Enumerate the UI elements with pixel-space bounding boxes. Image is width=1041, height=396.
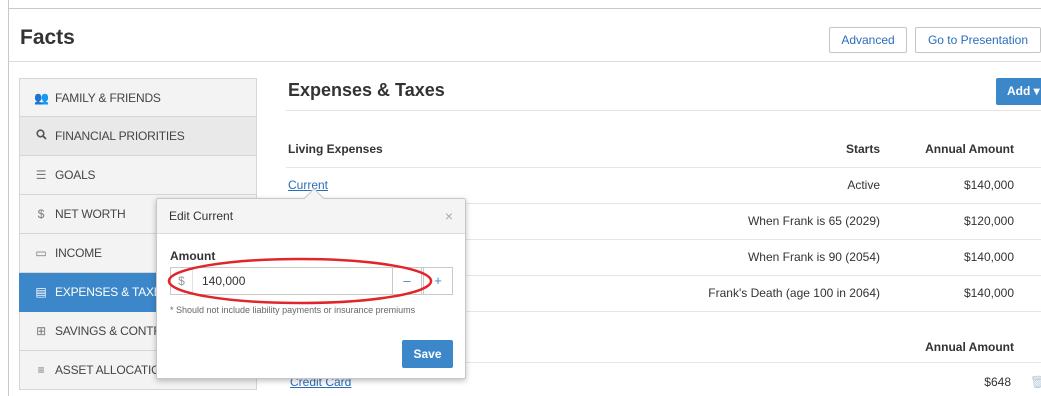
page-title: Facts: [20, 26, 75, 49]
sidebar-item-label: GOALS: [55, 168, 96, 182]
section-title: Expenses & Taxes: [288, 80, 445, 100]
section-divider: [286, 110, 1041, 111]
table-header-row: Living Expenses Starts Annual Amount: [286, 132, 1041, 168]
column-header-name: Living Expenses: [288, 142, 383, 156]
add-dropdown-button[interactable]: Add ▾: [996, 78, 1041, 105]
search-icon: [34, 129, 48, 143]
sidebar-item-label: ASSET ALLOCATION: [55, 363, 169, 377]
sidebar-item-label: NET WORTH: [55, 207, 126, 221]
sidebar-item-financial-priorities[interactable]: FINANCIAL PRIORITIES: [19, 117, 257, 156]
row-amount: $120,000: [963, 214, 1014, 228]
row-amount: $648: [984, 375, 1011, 389]
expenses-icon: ▤: [35, 285, 47, 299]
sidebar-item-family-friends[interactable]: 👥 FAMILY & FRIENDS: [19, 78, 257, 117]
facts-page: Facts Advanced Go to Presentation 👥 FAMI…: [0, 0, 1041, 396]
column-header-amount: Annual Amount: [925, 340, 1014, 354]
title-divider: [9, 61, 1041, 62]
row-starts: Frank's Death (age 100 in 2064): [708, 286, 880, 300]
go-to-presentation-button[interactable]: Go to Presentation: [915, 27, 1041, 53]
dollar-icon: $: [37, 207, 45, 221]
popover-header: Edit Current ×: [157, 199, 465, 234]
save-button[interactable]: Save: [402, 340, 453, 368]
row-amount: $140,000: [963, 250, 1014, 264]
advanced-button[interactable]: Advanced: [829, 27, 907, 53]
frame-border-top: [8, 8, 1041, 9]
row-amount: $140,000: [963, 178, 1014, 192]
row-starts: When Frank is 90 (2054): [747, 250, 880, 264]
amount-label: Amount: [170, 249, 216, 263]
popover-title: Edit Current: [169, 209, 234, 223]
sidebar-item-label: EXPENSES & TAXES: [55, 285, 170, 299]
currency-prefix: $: [171, 268, 193, 294]
goals-icon: ☰: [35, 168, 47, 182]
income-icon: ▭: [35, 246, 47, 260]
frame-border-left: [8, 0, 9, 396]
close-icon[interactable]: ×: [445, 199, 453, 233]
decrement-button[interactable]: –: [392, 267, 422, 295]
row-starts: Active: [847, 178, 880, 192]
increment-button[interactable]: +: [423, 267, 453, 295]
column-header-amount: Annual Amount: [925, 142, 1014, 156]
amount-note: * Should not include liability payments …: [170, 305, 416, 315]
trash-icon[interactable]: 🗑: [1030, 375, 1041, 389]
column-header-starts: Starts: [845, 142, 880, 156]
allocation-icon: ≡: [37, 363, 45, 377]
sidebar-item-label: INCOME: [55, 246, 102, 260]
sidebar-item-label: FINANCIAL PRIORITIES: [55, 129, 185, 143]
sidebar-item-label: FAMILY & FRIENDS: [55, 90, 161, 105]
people-icon: 👥: [34, 90, 49, 105]
sidebar-item-goals[interactable]: ☰ GOALS: [19, 156, 257, 195]
row-starts: When Frank is 65 (2029): [747, 214, 880, 228]
edit-current-popover: Edit Current × Amount $ 140,000 – + * Sh…: [156, 188, 466, 379]
expense-link-current[interactable]: Current: [288, 178, 328, 192]
row-amount: $140,000: [963, 286, 1014, 300]
plus-square-icon: ⊞: [36, 324, 46, 338]
